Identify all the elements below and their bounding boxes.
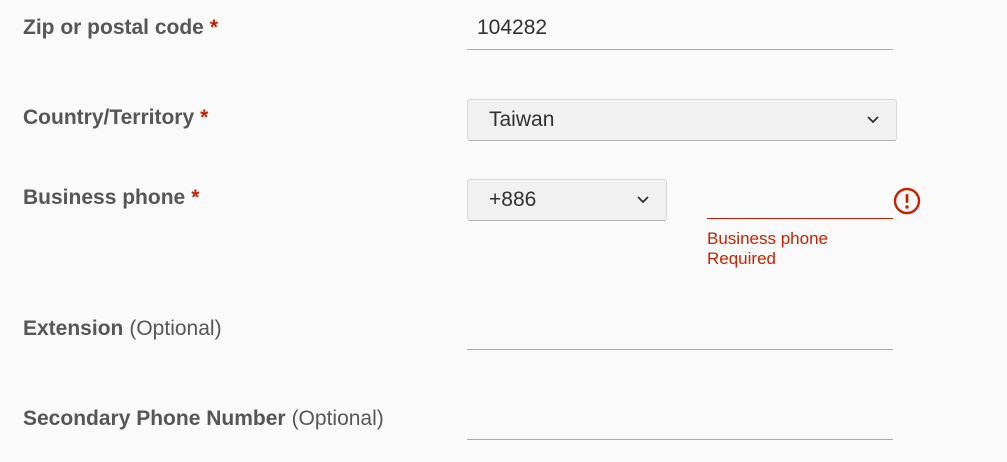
chevron-down-icon [867,116,879,124]
zip-field[interactable]: 104282 [467,10,893,50]
error-message-line: Business phone [707,229,828,248]
required-mark: * [191,186,200,209]
zip-label-text: Zip or postal code [23,16,204,39]
country-label: Country/Territory * [23,106,208,130]
zip-value: 104282 [477,16,548,39]
business-phone-label-text: Business phone [23,186,186,209]
optional-hint: (Optional) [291,407,384,430]
secondary-phone-field[interactable] [467,400,893,440]
country-label-text: Country/Territory [23,106,195,129]
chevron-down-icon [637,196,649,204]
country-code-select[interactable]: +886 [467,179,667,221]
business-phone-error: Business phone Required [707,229,828,269]
exclamation-circle-icon [893,187,921,215]
business-phone-input[interactable] [707,179,893,219]
business-phone-label: Business phone * [23,186,199,210]
country-code-value: +886 [489,188,537,211]
zip-label: Zip or postal code * [23,16,218,40]
secondary-phone-label-text: Secondary Phone Number [23,407,286,430]
extension-label-text: Extension [23,317,124,340]
error-message-line: Required [707,249,776,268]
contact-form: Zip or postal code * 104282 Country/Terri… [0,0,1007,462]
extension-label: Extension (Optional) [23,317,222,341]
optional-hint: (Optional) [129,317,222,340]
country-selected-value: Taiwan [489,108,555,131]
required-mark: * [209,16,219,39]
required-mark: * [200,106,209,129]
country-select[interactable]: Taiwan [467,99,897,141]
extension-field[interactable] [467,310,893,350]
secondary-phone-label: Secondary Phone Number (Optional) [23,407,384,431]
